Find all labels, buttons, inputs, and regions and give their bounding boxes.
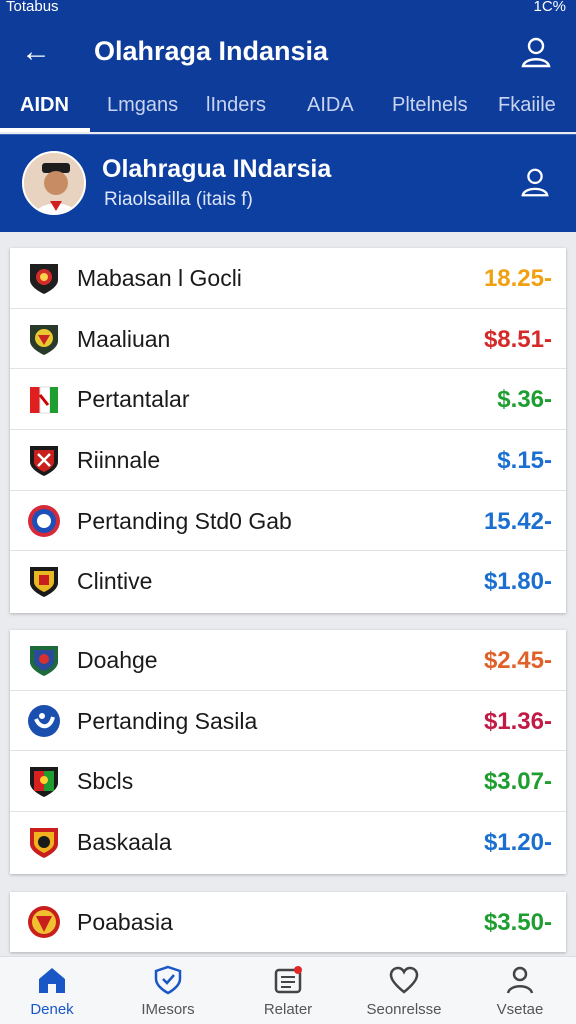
list-item-value: 18.25- bbox=[483, 265, 552, 292]
nav-label: Denek bbox=[30, 1001, 74, 1018]
list-item-label: Clintive bbox=[77, 568, 153, 595]
list-item-label: Sbcls bbox=[77, 768, 134, 795]
tab-bar: AIDN Lmgans lInders AIDA Pltelnels Fkaii… bbox=[0, 88, 576, 132]
club-badge-icon bbox=[28, 504, 60, 537]
sports-list-card-1: Mabasan l Gocli 18.25- Maaliuan $8.51- P… bbox=[10, 248, 566, 613]
team-crest-icon bbox=[30, 324, 58, 355]
list-item-value: $3.07- bbox=[483, 768, 552, 796]
list-item-value: 15.42- bbox=[483, 507, 552, 535]
list-item-value: $2.45- bbox=[483, 647, 552, 674]
shield-icon bbox=[154, 965, 182, 995]
team-crest-icon bbox=[30, 264, 58, 294]
list-item-value: $8.51- bbox=[483, 325, 552, 353]
profile-name: Olahragua INdarsia bbox=[102, 155, 332, 183]
status-left-text: Totabus bbox=[6, 0, 59, 15]
tab-0[interactable]: AIDN bbox=[20, 94, 69, 130]
heart-icon bbox=[389, 966, 419, 994]
tab-1[interactable]: Lmgans bbox=[107, 94, 178, 130]
list-item[interactable]: Poabasia $3.50- bbox=[10, 892, 566, 953]
list-item-label: Maaliuan bbox=[77, 325, 171, 352]
team-crest-icon bbox=[30, 446, 58, 477]
nav-label: Relater bbox=[263, 1001, 313, 1018]
bottom-navigation: Denek IMesors Relater Seonrelsse Vsetae bbox=[0, 956, 576, 1024]
list-item-value: $1.20- bbox=[483, 829, 552, 857]
profile-icon[interactable] bbox=[518, 34, 554, 70]
team-crest-icon bbox=[30, 646, 58, 676]
list-item[interactable]: Pertantalar $.36- bbox=[10, 369, 566, 431]
list-item-value: $3.50- bbox=[483, 909, 552, 936]
club-badge-icon bbox=[28, 704, 60, 737]
news-icon bbox=[274, 966, 302, 994]
list-item[interactable]: Clintive $1.80- bbox=[10, 551, 566, 612]
nav-item-shield[interactable]: IMesors bbox=[118, 963, 218, 1023]
list-item-value: $.36- bbox=[497, 386, 552, 414]
list-item[interactable]: Pertanding Std0 Gab 15.42- bbox=[10, 491, 566, 552]
active-tab-indicator bbox=[0, 128, 90, 132]
list-item-label: Pertanding Std0 Gab bbox=[77, 507, 292, 534]
list-item-label: Pertanding Sasila bbox=[77, 707, 258, 734]
list-item-value: $1.36- bbox=[483, 707, 552, 735]
avatar[interactable] bbox=[22, 151, 86, 215]
team-crest-icon bbox=[30, 828, 58, 859]
app-bar: ← Olahraga Indansia bbox=[0, 18, 576, 88]
list-item-label: Riinnale bbox=[77, 447, 161, 474]
profile-header: Olahragua INdarsia Riaolsailla (itais f) bbox=[0, 134, 576, 232]
list-item[interactable]: Mabasan l Gocli 18.25- bbox=[10, 248, 566, 309]
back-arrow-icon[interactable]: ← bbox=[20, 32, 52, 72]
nav-item-favorites[interactable]: Seonrelsse bbox=[354, 963, 454, 1023]
team-crest-icon bbox=[30, 567, 58, 598]
flag-icon bbox=[30, 386, 58, 414]
nav-item-home[interactable]: Denek bbox=[2, 963, 102, 1023]
list-item-label: Mabasan l Gocli bbox=[77, 265, 242, 291]
page-title: Olahraga Indansia bbox=[94, 36, 329, 66]
list-item-label: Baskaala bbox=[77, 829, 172, 856]
list-item[interactable]: Maaliuan $8.51- bbox=[10, 309, 566, 370]
list-item[interactable]: Riinnale $.15- bbox=[10, 430, 566, 491]
list-item-label: Doahge bbox=[77, 647, 158, 673]
nav-item-news[interactable]: Relater bbox=[238, 963, 338, 1023]
tab-4[interactable]: Pltelnels bbox=[392, 94, 468, 130]
sports-list-card-3: Poabasia $3.50- bbox=[10, 892, 566, 952]
home-icon bbox=[39, 968, 65, 993]
tab-5[interactable]: Fkaiile bbox=[498, 94, 556, 130]
list-item-value: $.15- bbox=[497, 447, 552, 475]
list-item[interactable]: Sbcls $3.07- bbox=[10, 751, 566, 813]
list-item-value: $1.80- bbox=[483, 568, 552, 596]
list-item[interactable]: Doahge $2.45- bbox=[10, 630, 566, 691]
status-battery-text: 1C% bbox=[533, 0, 566, 15]
list-item-label: Poabasia bbox=[77, 909, 173, 935]
profile-subtitle: Riaolsailla (itais f) bbox=[104, 189, 253, 210]
list-item[interactable]: Baskaala $1.20- bbox=[10, 812, 566, 873]
sports-list-card-2: Doahge $2.45- Pertanding Sasila $1.36- S… bbox=[10, 630, 566, 874]
user-icon[interactable] bbox=[518, 165, 552, 199]
nav-item-profile[interactable]: Vsetae bbox=[470, 963, 570, 1023]
tab-2[interactable]: lInders bbox=[206, 94, 266, 130]
status-bar: Totabus 1C% bbox=[0, 0, 576, 18]
team-crest-icon bbox=[28, 906, 60, 938]
team-crest-icon bbox=[30, 767, 58, 798]
tab-3[interactable]: AIDA bbox=[307, 94, 354, 130]
list-item-label: Pertantalar bbox=[77, 386, 190, 413]
nav-label: Seonrelsse bbox=[366, 1001, 442, 1018]
nav-label: IMesors bbox=[141, 1001, 195, 1018]
nav-label: Vsetae bbox=[496, 1001, 544, 1018]
person-icon bbox=[506, 966, 534, 994]
list-item[interactable]: Pertanding Sasila $1.36- bbox=[10, 691, 566, 752]
